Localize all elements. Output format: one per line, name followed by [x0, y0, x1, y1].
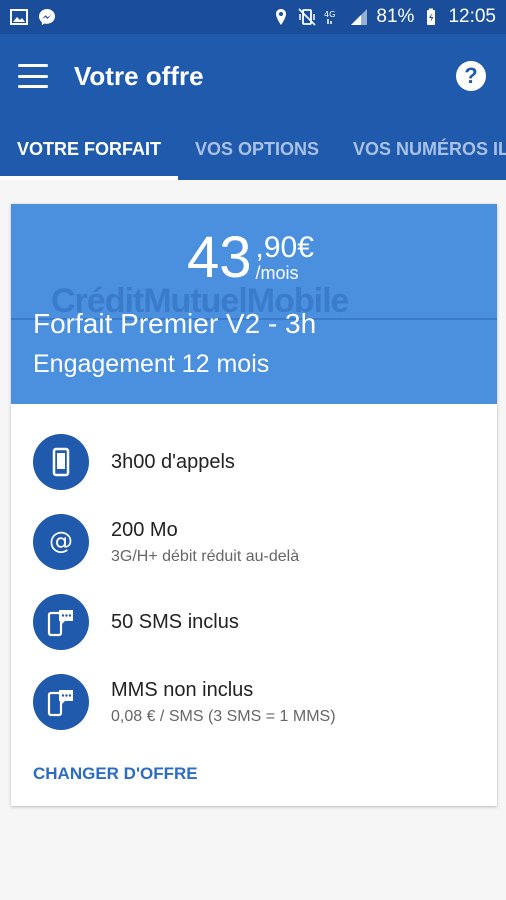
price-main: 43: [187, 225, 252, 290]
change-offer-button[interactable]: CHANGER D'OFFRE: [33, 764, 198, 784]
battery-icon: [427, 8, 436, 25]
phone-icon: [33, 434, 89, 490]
list-item: 3h00 d'appels: [11, 422, 497, 502]
list-item: @ 200 Mo 3G/H+ débit réduit au-delà: [11, 502, 497, 582]
app-bar: Votre offre ?: [0, 34, 506, 118]
feature-subtitle: 3G/H+ débit réduit au-delà: [111, 547, 300, 565]
messenger-icon: [39, 9, 55, 25]
sms-icon: [33, 594, 89, 650]
tab-vos-options[interactable]: VOS OPTIONS: [178, 118, 336, 180]
tab-votre-forfait[interactable]: VOTRE FORFAIT: [0, 118, 178, 180]
location-icon: [276, 9, 287, 25]
feature-title: 50 SMS inclus: [111, 610, 239, 633]
price: 43 ,90€ /mois: [187, 226, 314, 290]
price-unit: /mois: [255, 263, 299, 283]
mms-icon: [33, 674, 89, 730]
clock: 12:05: [448, 6, 496, 27]
feature-title: 200 Mo: [111, 518, 178, 541]
list-item: MMS non inclus 0,08 € / SMS (3 SMS = 1 M…: [11, 662, 497, 742]
svg-text:4G: 4G: [324, 10, 335, 19]
network-4g-icon: 4G: [324, 10, 336, 24]
signal-icon: [351, 9, 368, 25]
feature-title: MMS non inclus: [111, 678, 254, 701]
menu-icon[interactable]: [18, 64, 48, 88]
help-icon[interactable]: ?: [456, 61, 486, 91]
vibrate-icon: [298, 8, 316, 26]
gallery-icon: [10, 9, 28, 25]
battery-percent: 81%: [376, 6, 415, 27]
status-bar: 4G 81% 12:05: [0, 0, 506, 34]
offer-header: CréditMutuelMobile 43 ,90€ /mois Forfait…: [11, 204, 497, 404]
svg-text:@: @: [49, 527, 73, 555]
tab-vos-numeros[interactable]: VOS NUMÉROS IL: [336, 118, 506, 180]
feature-title: 3h00 d'appels: [111, 450, 235, 473]
feature-subtitle: 0,08 € / SMS (3 SMS = 1 MMS): [111, 707, 336, 725]
page-title: Votre offre: [74, 60, 204, 91]
plan-name: Forfait Premier V2 - 3h: [33, 308, 317, 339]
price-cents: ,90€: [255, 231, 314, 264]
plan-engagement: Engagement 12 mois: [33, 350, 270, 378]
feature-list: 3h00 d'appels @ 200 Mo 3G/H+ débit rédui…: [11, 422, 497, 742]
tab-bar: VOTRE FORFAIT VOS OPTIONS VOS NUMÉROS IL: [0, 118, 506, 180]
at-icon: @: [33, 514, 89, 570]
list-item: 50 SMS inclus: [11, 582, 497, 662]
offer-card: CréditMutuelMobile 43 ,90€ /mois Forfait…: [11, 204, 497, 806]
